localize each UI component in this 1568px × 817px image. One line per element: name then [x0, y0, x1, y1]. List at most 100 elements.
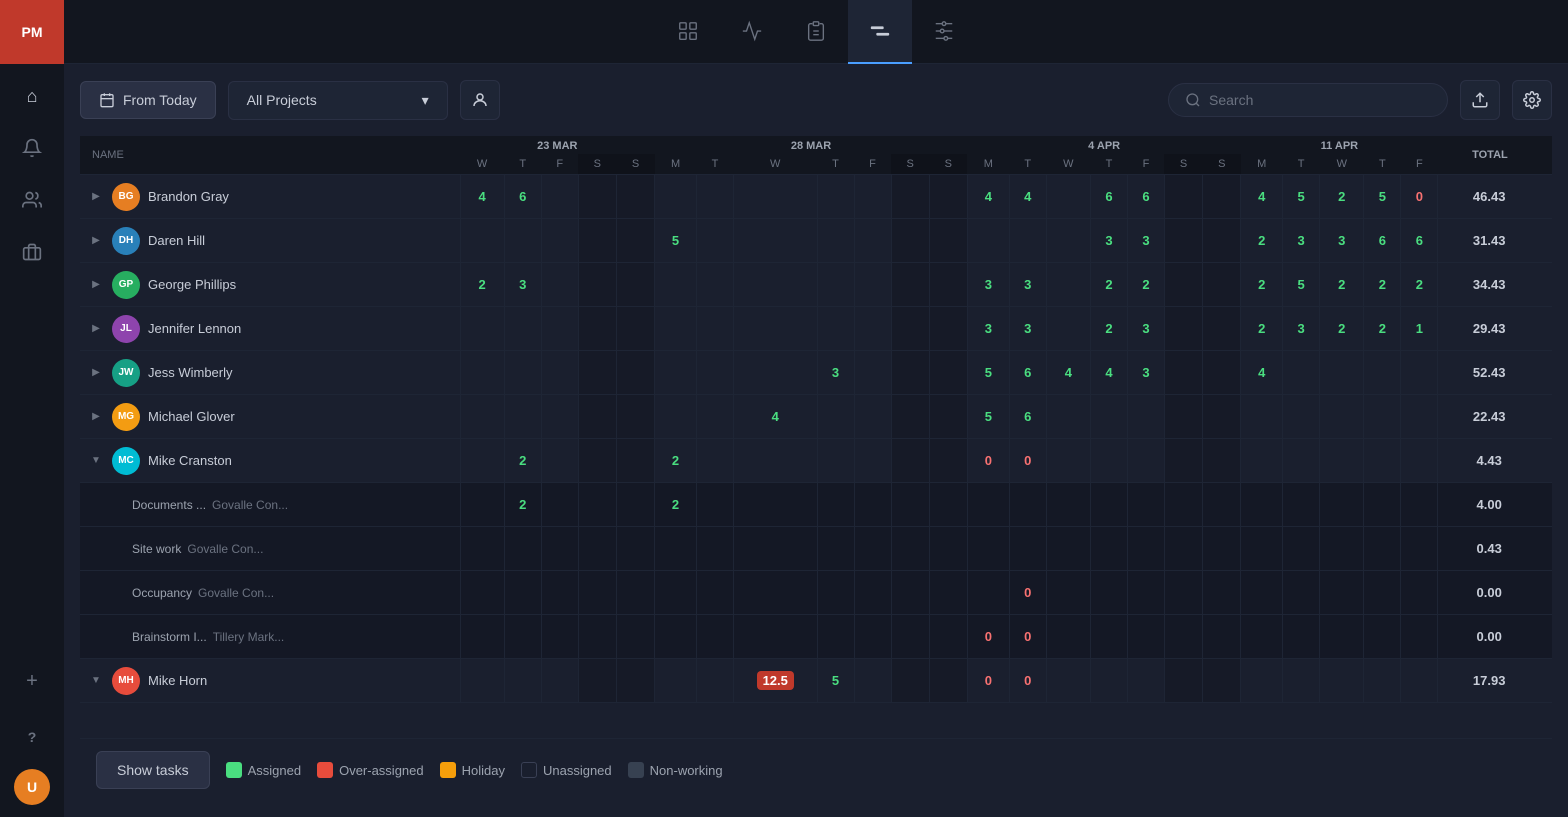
- search-placeholder: Search: [1209, 92, 1253, 108]
- cell: 2: [655, 483, 697, 527]
- cell: [1203, 659, 1241, 703]
- legend-nonworking: Non-working: [628, 762, 723, 778]
- expand-button[interactable]: ▶: [88, 321, 104, 337]
- cell: 0: [967, 439, 1009, 483]
- day-s2: S: [616, 154, 654, 175]
- table-row: ▼ MC Mike Cranston 2 2: [80, 439, 1552, 483]
- expand-button[interactable]: ▼: [88, 453, 104, 469]
- cell: [578, 571, 616, 615]
- sidebar-item-briefcase[interactable]: [8, 228, 56, 276]
- toolbar-gantt-btn[interactable]: [848, 0, 912, 64]
- from-today-button[interactable]: From Today: [80, 81, 216, 119]
- toolbar-zoom-btn[interactable]: [656, 0, 720, 64]
- total-cell: 29.43: [1438, 307, 1552, 351]
- cell: [696, 395, 733, 439]
- cell: [854, 395, 891, 439]
- cell: 3: [1009, 263, 1046, 307]
- avatar: DH: [112, 227, 140, 255]
- toolbar-chart-btn[interactable]: [720, 0, 784, 64]
- cell: [1090, 527, 1127, 571]
- day-t5: T: [1090, 154, 1127, 175]
- cell: [1364, 395, 1401, 439]
- sidebar-item-users[interactable]: [8, 176, 56, 224]
- cell: [1164, 571, 1202, 615]
- sidebar-item-notifications[interactable]: [8, 124, 56, 172]
- content-area: From Today All Projects ▾ Search: [64, 64, 1568, 817]
- cell: [696, 439, 733, 483]
- cell: [1127, 615, 1164, 659]
- expand-button[interactable]: ▶: [88, 233, 104, 249]
- cell: [504, 615, 541, 659]
- day-m1: M: [655, 154, 697, 175]
- cell: [655, 571, 697, 615]
- cell: [1241, 483, 1283, 527]
- expand-button[interactable]: ▶: [88, 365, 104, 381]
- cell: [1364, 659, 1401, 703]
- person-name: George Phillips: [148, 277, 236, 292]
- avatar: MC: [112, 447, 140, 475]
- cell: 2: [460, 263, 504, 307]
- cell: [1283, 571, 1320, 615]
- expand-button[interactable]: ▶: [88, 189, 104, 205]
- day-w3: W: [1046, 154, 1090, 175]
- cell: [854, 307, 891, 351]
- cell: [1364, 351, 1401, 395]
- toolbar-filter-btn[interactable]: [912, 0, 976, 64]
- cell: 4: [460, 175, 504, 219]
- subtask-name-cell: Documents ... Govalle Con...: [80, 483, 460, 527]
- cell: 0: [1009, 439, 1046, 483]
- cell: [929, 307, 967, 351]
- subtask-row: Occupancy Govalle Con...: [80, 571, 1552, 615]
- cell: [1046, 307, 1090, 351]
- sidebar-item-home[interactable]: ⌂: [8, 72, 56, 120]
- toolbar-clipboard-btn[interactable]: [784, 0, 848, 64]
- cell: [1283, 615, 1320, 659]
- sidebar-item-help[interactable]: ?: [8, 713, 56, 761]
- export-button[interactable]: [1460, 80, 1500, 120]
- show-tasks-button[interactable]: Show tasks: [96, 751, 210, 789]
- cell: [541, 263, 578, 307]
- cell: [460, 659, 504, 703]
- cell: [817, 439, 854, 483]
- cell: [1401, 615, 1438, 659]
- expand-button[interactable]: ▶: [88, 409, 104, 425]
- cell: [817, 175, 854, 219]
- cell: [1090, 659, 1127, 703]
- filter-row: From Today All Projects ▾ Search: [80, 80, 1552, 120]
- cell: [854, 263, 891, 307]
- cell: [696, 571, 733, 615]
- sidebar-item-add[interactable]: +: [8, 657, 56, 705]
- legend-overassigned-label: Over-assigned: [339, 763, 424, 778]
- cell: [1009, 219, 1046, 263]
- day-m2: M: [967, 154, 1009, 175]
- legend-unassigned: Unassigned: [521, 762, 612, 778]
- cell: [733, 263, 817, 307]
- cell: [460, 307, 504, 351]
- cell: [616, 351, 654, 395]
- cell: 3: [1283, 307, 1320, 351]
- user-filter-button[interactable]: [460, 80, 500, 120]
- settings-button[interactable]: [1512, 80, 1552, 120]
- cell: [616, 527, 654, 571]
- user-avatar[interactable]: U: [14, 769, 50, 805]
- expand-button[interactable]: ▼: [88, 673, 104, 689]
- cell: 5: [967, 351, 1009, 395]
- app-logo[interactable]: PM: [0, 0, 64, 64]
- cell: [696, 219, 733, 263]
- total-cell: 4.00: [1438, 483, 1552, 527]
- legend-holiday-color: [440, 762, 456, 778]
- cell: 3: [1127, 219, 1164, 263]
- cell: [504, 351, 541, 395]
- search-box[interactable]: Search: [1168, 83, 1448, 117]
- cell: 0: [1009, 615, 1046, 659]
- cell: [1320, 571, 1364, 615]
- cell: [733, 439, 817, 483]
- cell: [854, 351, 891, 395]
- cell: [696, 263, 733, 307]
- day-s6: S: [1203, 154, 1241, 175]
- name-col-header: NAME: [80, 136, 460, 175]
- calendar-icon: [99, 92, 115, 108]
- projects-dropdown[interactable]: All Projects ▾: [228, 81, 448, 120]
- expand-button[interactable]: ▶: [88, 277, 104, 293]
- sidebar-nav: ⌂: [8, 64, 56, 657]
